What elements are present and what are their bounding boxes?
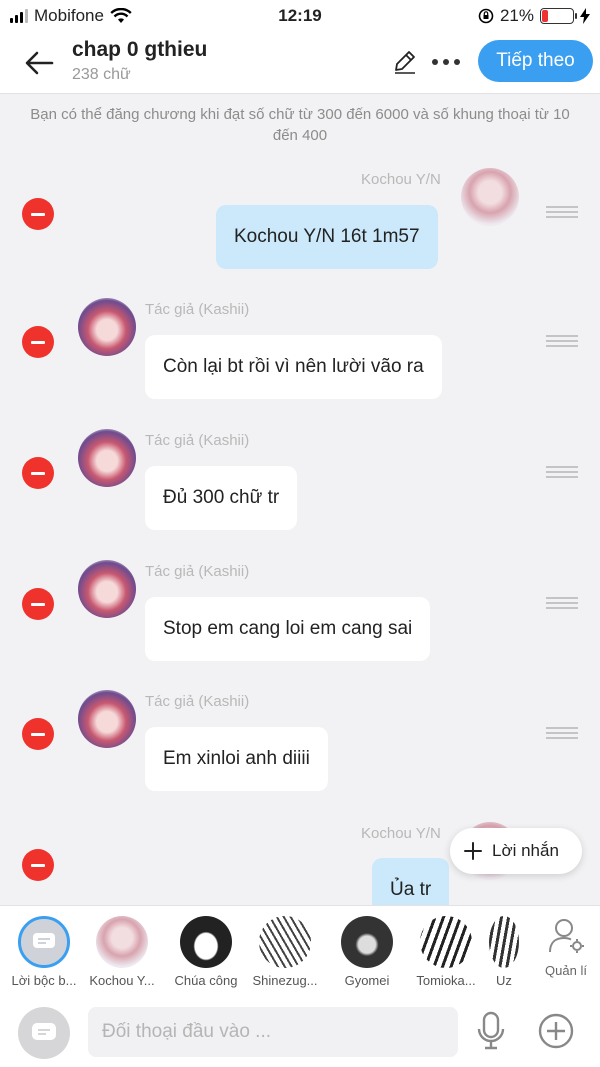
chapter-header: chap 0 gthieu 238 chữ Tiếp theo xyxy=(0,32,600,94)
character-name: Chúa công xyxy=(174,973,238,988)
character-avatar xyxy=(259,916,311,968)
plus-icon xyxy=(464,842,482,860)
sender-name: Tác giả (Kashii) xyxy=(145,693,250,710)
remove-message-icon[interactable] xyxy=(22,588,54,620)
battery-icon xyxy=(540,8,577,24)
sender-name: Tác giả (Kashii) xyxy=(145,563,250,580)
author-avatar xyxy=(78,690,136,748)
charging-icon xyxy=(580,8,590,24)
drag-handle-icon[interactable] xyxy=(546,597,578,609)
add-circle-icon[interactable] xyxy=(538,1013,574,1049)
character-narrator[interactable]: Lời bộc b... xyxy=(8,916,80,988)
next-button[interactable]: Tiếp theo xyxy=(478,40,593,82)
character-bar: Lời bộc b... Kochou Y... Chúa công Shine… xyxy=(0,905,600,995)
message-bubble[interactable]: Ủa tr xyxy=(372,858,450,905)
word-count: 238 chữ xyxy=(72,66,131,83)
pencil-icon[interactable] xyxy=(392,48,418,74)
drag-handle-icon[interactable] xyxy=(546,206,578,218)
character-uz[interactable]: Uz xyxy=(478,916,530,988)
message-row: Kochou Y/N Kochou Y/N 16t 1m57 xyxy=(0,168,600,278)
status-bar: Mobifone 12:19 21% xyxy=(0,0,600,32)
character-gyomei[interactable]: Gyomei xyxy=(331,916,403,988)
sender-name: Kochou Y/N xyxy=(361,171,441,188)
character-name: Lời bộc b... xyxy=(11,973,77,988)
remove-message-icon[interactable] xyxy=(22,718,54,750)
add-message-button[interactable]: Lời nhắn xyxy=(450,828,582,874)
character-avatar xyxy=(461,168,519,226)
input-bar xyxy=(0,995,600,1067)
microphone-icon[interactable] xyxy=(476,1011,506,1051)
character-avatar xyxy=(420,916,472,968)
user-settings-icon xyxy=(549,919,584,953)
remove-message-icon[interactable] xyxy=(22,849,54,881)
add-message-label: Lời nhắn xyxy=(492,841,559,860)
character-kochou[interactable]: Kochou Y... xyxy=(86,916,158,988)
narrator-icon xyxy=(18,916,70,968)
character-name: Shinezug... xyxy=(252,973,318,988)
message-row: Tác giả (Kashii) Stop em cang loi em can… xyxy=(0,560,600,670)
manage-label: Quản lí xyxy=(545,963,587,978)
author-avatar xyxy=(78,560,136,618)
character-shinezugawa[interactable]: Shinezug... xyxy=(249,916,321,988)
message-row: Tác giả (Kashii) Đủ 300 chữ tr xyxy=(0,429,600,539)
back-arrow-icon[interactable] xyxy=(22,46,56,80)
character-avatar xyxy=(180,916,232,968)
message-row: Tác giả (Kashii) Em xinloi anh diiii xyxy=(0,690,600,800)
battery-fill xyxy=(542,10,549,22)
drag-handle-icon[interactable] xyxy=(546,727,578,739)
character-name: Tomioka... xyxy=(416,973,476,988)
character-name: Kochou Y... xyxy=(89,973,155,988)
message-bubble[interactable]: Kochou Y/N 16t 1m57 xyxy=(216,205,438,269)
orientation-lock-icon xyxy=(478,8,494,24)
message-bubble[interactable]: Đủ 300 chữ tr xyxy=(145,466,298,530)
more-options-icon[interactable] xyxy=(432,52,468,72)
message-bubble[interactable]: Còn lại bt rồi vì nên lười vão ra xyxy=(145,335,442,399)
character-chua-cong[interactable]: Chúa công xyxy=(170,916,242,988)
chapter-title: chap 0 gthieu xyxy=(72,38,208,61)
dialogue-input[interactable] xyxy=(88,1007,458,1057)
character-name: Uz xyxy=(496,973,512,988)
sender-name: Tác giả (Kashii) xyxy=(145,301,250,318)
battery-percent: 21% xyxy=(499,6,534,25)
character-avatar xyxy=(341,916,393,968)
remove-message-icon[interactable] xyxy=(22,326,54,358)
character-tomioka[interactable]: Tomioka... xyxy=(410,916,482,988)
sender-name: Tác giả (Kashii) xyxy=(145,432,250,449)
character-name: Gyomei xyxy=(344,973,390,988)
drag-handle-icon[interactable] xyxy=(546,335,578,347)
word-limit-note: Bạn có thể đăng chương khi đạt số chữ từ… xyxy=(30,106,570,144)
sender-name: Kochou Y/N xyxy=(361,825,441,842)
chat-bubble-icon xyxy=(32,1023,56,1040)
drag-handle-icon[interactable] xyxy=(546,466,578,478)
author-avatar xyxy=(78,429,136,487)
status-right: 21% xyxy=(478,6,590,26)
author-avatar xyxy=(78,298,136,356)
remove-message-icon[interactable] xyxy=(22,457,54,489)
remove-message-icon[interactable] xyxy=(22,198,54,230)
character-avatar xyxy=(96,916,148,968)
title-block: chap 0 gthieu 238 chữ xyxy=(72,38,207,84)
narrator-toggle-button[interactable] xyxy=(18,1007,70,1059)
message-row: Tác giả (Kashii) Còn lại bt rồi vì nên l… xyxy=(0,298,600,408)
message-bubble[interactable]: Stop em cang loi em cang sai xyxy=(145,597,431,661)
manage-characters-button[interactable]: Quản lí xyxy=(536,916,596,978)
message-bubble[interactable]: Em xinloi anh diiii xyxy=(145,727,328,791)
character-avatar xyxy=(489,916,519,968)
